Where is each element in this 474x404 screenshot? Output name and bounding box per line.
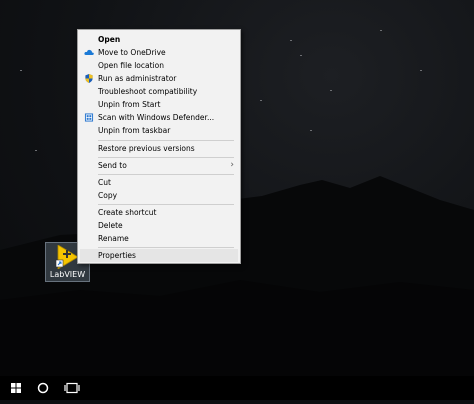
menu-item-troubleshoot-compatibility[interactable]: Troubleshoot compatibility: [80, 85, 238, 98]
star: [290, 40, 292, 41]
menu-item-create-shortcut[interactable]: Create shortcut: [80, 206, 238, 219]
cortana-search-icon: [37, 382, 49, 394]
onedrive-icon: [84, 49, 94, 55]
menu-separator: [98, 247, 234, 248]
uac-shield-icon: [85, 74, 93, 83]
menu-item-send-to[interactable]: Send to ›: [80, 159, 238, 172]
menu-item-delete[interactable]: Delete: [80, 219, 238, 232]
menu-item-move-to-onedrive[interactable]: Move to OneDrive: [80, 46, 238, 59]
menu-separator: [98, 174, 234, 175]
star: [380, 30, 382, 31]
start-button[interactable]: [3, 376, 29, 400]
menu-item-properties[interactable]: Properties: [80, 249, 238, 262]
menu-item-restore-previous-versions[interactable]: Restore previous versions: [80, 142, 238, 155]
star: [330, 90, 332, 91]
menu-item-open[interactable]: Open: [80, 33, 238, 46]
menu-separator: [98, 140, 234, 141]
task-view-icon: [64, 382, 80, 394]
star: [420, 70, 422, 71]
menu-separator: [98, 157, 234, 158]
menu-item-run-as-administrator[interactable]: Run as administrator: [80, 72, 238, 85]
menu-item-open-file-location[interactable]: Open file location: [80, 59, 238, 72]
context-menu: Open Move to OneDrive Open file location…: [77, 29, 241, 264]
menu-item-copy[interactable]: Copy: [80, 189, 238, 202]
chevron-right-icon: ›: [230, 160, 234, 170]
task-view-button[interactable]: [59, 376, 85, 400]
menu-item-scan-with-windows-defender[interactable]: Scan with Windows Defender...: [80, 111, 238, 124]
menu-separator: [98, 204, 234, 205]
windows-start-icon: [11, 383, 21, 393]
menu-item-rename[interactable]: Rename: [80, 232, 238, 245]
taskbar: [0, 376, 474, 400]
desktop-icon-label: LabVIEW: [49, 270, 86, 279]
menu-item-unpin-from-taskbar[interactable]: Unpin from taskbar: [80, 124, 238, 137]
search-button[interactable]: [30, 376, 56, 400]
star: [260, 100, 262, 101]
star: [20, 70, 22, 71]
star: [300, 55, 302, 56]
menu-item-cut[interactable]: Cut: [80, 176, 238, 189]
star: [35, 150, 37, 151]
menu-item-unpin-from-start[interactable]: Unpin from Start: [80, 98, 238, 111]
windows-defender-icon: [84, 113, 94, 122]
star: [310, 130, 312, 131]
